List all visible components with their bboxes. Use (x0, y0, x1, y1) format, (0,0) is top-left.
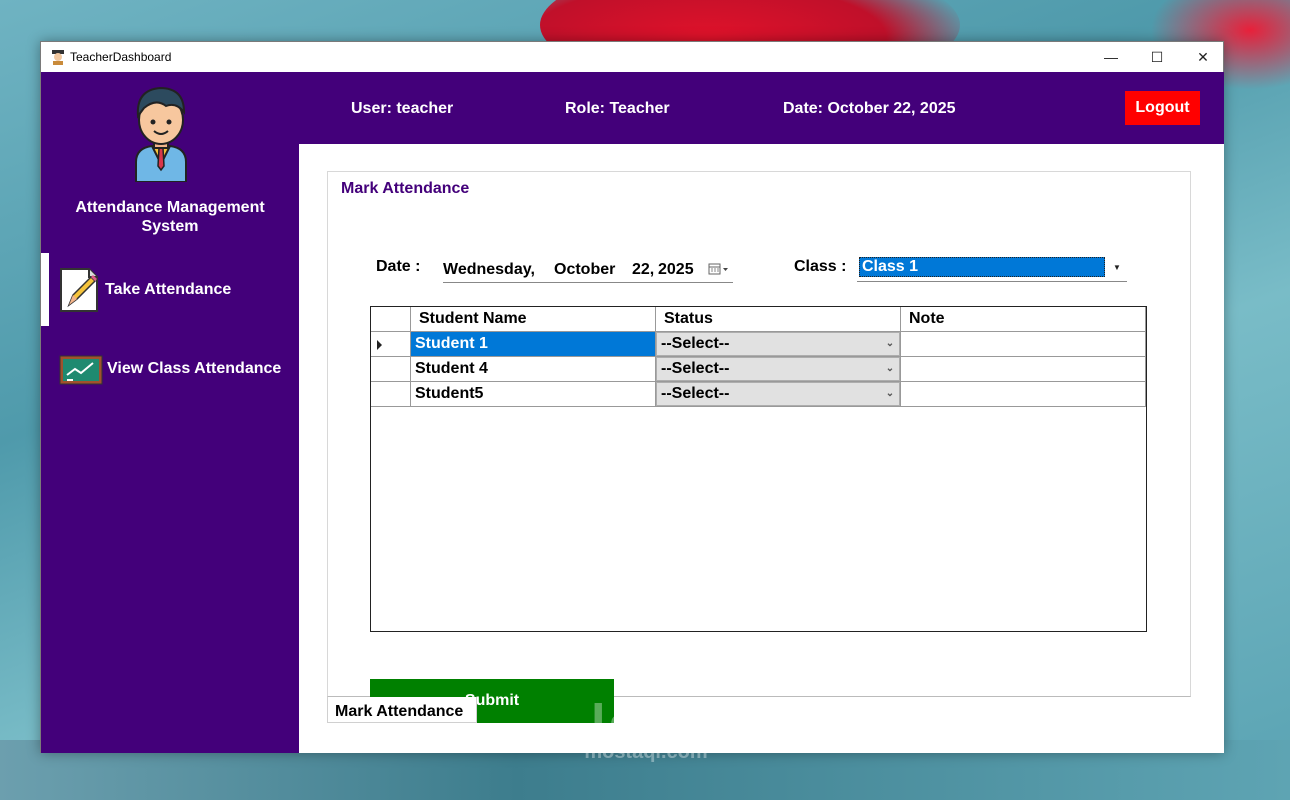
student-name-cell[interactable]: Student 4 (411, 357, 656, 382)
class-field-label: Class : (794, 258, 847, 275)
role-label: Role: Teacher (565, 100, 670, 117)
class-select[interactable]: Class 1 ▼ (857, 255, 1127, 282)
chevron-down-icon[interactable]: ▼ (1109, 259, 1125, 277)
main-content: Mark Attendance Date : Wednesday, Octobe… (299, 144, 1224, 753)
sidebar-item-view-class-attendance[interactable]: View Class Attendance (41, 342, 299, 414)
note-cell[interactable] (901, 382, 1146, 407)
date-weekday[interactable]: Wednesday, (443, 261, 535, 279)
row-header-corner (371, 307, 411, 332)
app-name: Attendance Management System (75, 199, 265, 235)
status-dropdown[interactable]: --Select-- ⌄ (656, 382, 900, 406)
status-dropdown-value: --Select-- (661, 335, 730, 352)
close-button[interactable]: ✕ (1180, 42, 1226, 72)
sidebar-item-label: View Class Attendance (107, 360, 282, 377)
watermark-latin: mostaql.com (584, 741, 708, 763)
table-row[interactable]: Student5 --Select-- ⌄ (371, 382, 1146, 407)
date-year[interactable]: 2025 (658, 261, 694, 279)
status-dropdown-value: --Select-- (661, 360, 730, 377)
chevron-down-icon[interactable]: ⌄ (883, 386, 897, 402)
date-day[interactable]: 22, (632, 261, 654, 279)
status-cell[interactable]: --Select-- ⌄ (656, 332, 901, 357)
teacher-dashboard-window: TeacherDashboard — ☐ ✕ Attendance Manage… (40, 41, 1224, 753)
chevron-down-icon[interactable]: ⌄ (883, 361, 897, 377)
status-cell[interactable]: --Select-- ⌄ (656, 382, 901, 407)
student-name-cell[interactable]: Student5 (411, 382, 656, 407)
table-row[interactable]: Student 4 --Select-- ⌄ (371, 357, 1146, 382)
tab-mark-attendance[interactable]: Mark Attendance (327, 697, 477, 723)
column-header-status[interactable]: Status (656, 307, 901, 332)
calendar-dropdown-icon[interactable] (708, 261, 730, 277)
date-picker[interactable]: Wednesday, October 22, 2025 (443, 257, 733, 283)
row-header[interactable] (371, 332, 411, 357)
panel-title: Mark Attendance (341, 180, 470, 197)
chevron-down-icon[interactable]: ⌄ (883, 336, 897, 352)
logout-button[interactable]: Logout (1125, 91, 1200, 125)
student-name-cell[interactable]: Student 1 (411, 332, 656, 357)
column-header-student-name[interactable]: Student Name (411, 307, 656, 332)
column-header-note[interactable]: Note (901, 307, 1146, 332)
maximize-button[interactable]: ☐ (1134, 42, 1180, 72)
sidebar-item-take-attendance[interactable]: Take Attendance (41, 253, 299, 326)
note-cell[interactable] (901, 332, 1146, 357)
date-label: Date: October 22, 2025 (783, 100, 956, 117)
grid-header-row: Student Name Status Note (371, 307, 1146, 332)
status-dropdown[interactable]: --Select-- ⌄ (656, 332, 900, 356)
mark-attendance-panel: Mark Attendance Date : Wednesday, Octobe… (327, 171, 1191, 697)
table-row[interactable]: Student 1 --Select-- ⌄ (371, 332, 1146, 357)
user-label: User: teacher (351, 100, 454, 117)
watermark-arabic: مستقل (569, 696, 723, 745)
date-month[interactable]: October (554, 261, 615, 279)
title-bar[interactable]: TeacherDashboard — ☐ ✕ (41, 42, 1223, 72)
teacher-avatar-icon (135, 86, 187, 182)
attendance-grid: Student Name Status Note Student 1 --Sel… (370, 306, 1147, 632)
status-dropdown-value: --Select-- (661, 385, 730, 402)
active-indicator (41, 253, 49, 326)
pencil-note-icon (60, 268, 98, 312)
sidebar: Attendance Management System Take Attend… (41, 72, 299, 753)
status-cell[interactable]: --Select-- ⌄ (656, 357, 901, 382)
header-bar: User: teacher Role: Teacher Date: Octobe… (299, 72, 1224, 144)
note-cell[interactable] (901, 357, 1146, 382)
mostaql-watermark: مستقل mostaql.com (566, 696, 726, 763)
status-dropdown[interactable]: --Select-- ⌄ (656, 357, 900, 381)
chalkboard-icon (59, 355, 103, 385)
current-row-arrow-icon (377, 340, 382, 350)
row-header[interactable] (371, 382, 411, 407)
teacher-app-icon (52, 50, 64, 65)
sidebar-item-label: Take Attendance (105, 281, 232, 298)
class-select-value[interactable]: Class 1 (859, 257, 1105, 277)
window-title: TeacherDashboard (70, 50, 172, 64)
row-header[interactable] (371, 357, 411, 382)
minimize-button[interactable]: — (1088, 42, 1134, 72)
date-field-label: Date : (376, 258, 421, 275)
